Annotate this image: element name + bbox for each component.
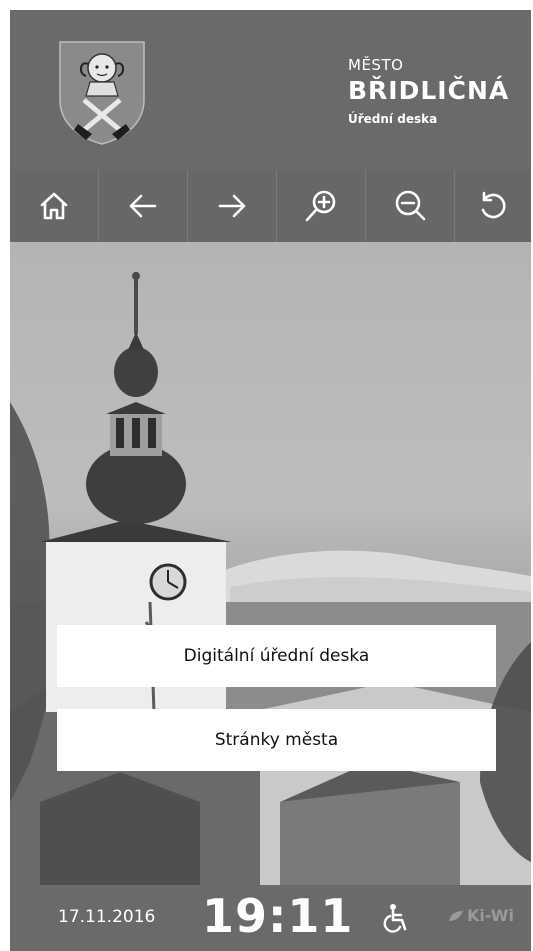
coat-of-arms-logo (59, 41, 145, 145)
kiosk-screen: MĚSTO BŘIDLIČNÁ Úřední deska Digitální ú… (10, 10, 531, 951)
accessibility-icon[interactable] (382, 903, 410, 933)
town-name: BŘIDLIČNÁ (348, 76, 510, 105)
arrow-left-icon (129, 194, 157, 218)
brand-text: Ki-Wi (467, 906, 514, 925)
zoom-out-icon (395, 190, 426, 221)
forward-button[interactable] (188, 170, 277, 242)
town-title: MĚSTO BŘIDLIČNÁ Úřední deska (348, 56, 509, 126)
footer-bar: 17.11.2016 19:11 Ki-Wi (10, 885, 531, 951)
home-icon (40, 192, 68, 220)
title-small: MĚSTO (348, 56, 404, 74)
navigation-toolbar (10, 170, 531, 242)
refresh-button[interactable] (455, 170, 531, 242)
back-button[interactable] (99, 170, 188, 242)
clock-display: 19:11 (202, 889, 354, 943)
zoom-out-button[interactable] (366, 170, 455, 242)
refresh-icon (481, 191, 506, 219)
digital-board-button[interactable]: Digitální úřední deska (57, 625, 496, 687)
date-display: 17.11.2016 (58, 907, 156, 927)
arrow-right-icon (218, 194, 246, 218)
header: MĚSTO BŘIDLIČNÁ Úřední deska (10, 10, 531, 170)
town-website-button[interactable]: Stránky města (57, 709, 496, 771)
kiwi-brand-logo: Ki-Wi (448, 906, 514, 925)
kiwi-leaf-icon (449, 910, 463, 921)
home-button[interactable] (10, 170, 99, 242)
church-tower-photo (10, 272, 531, 885)
background-photo (10, 242, 531, 885)
board-subtitle: Úřední deska (348, 112, 438, 126)
zoom-in-icon (305, 190, 336, 222)
zoom-in-button[interactable] (277, 170, 366, 242)
